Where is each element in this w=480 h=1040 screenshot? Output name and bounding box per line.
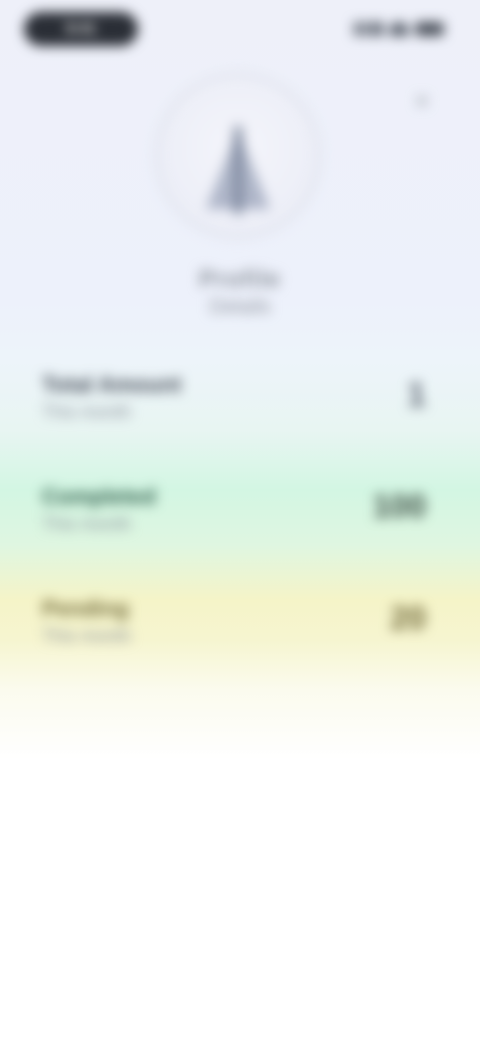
row-title: Completed bbox=[42, 484, 156, 509]
screen-content: 9:41 × Profile Details Total Amount This… bbox=[0, 0, 480, 1040]
avatar[interactable] bbox=[156, 74, 320, 238]
list-item[interactable]: Total Amount This month 1 bbox=[0, 360, 480, 460]
status-bar: 9:41 bbox=[0, 0, 480, 64]
close-button[interactable]: × bbox=[408, 88, 436, 116]
signal-icon bbox=[354, 22, 384, 36]
row-subtitle: This month bbox=[42, 626, 132, 646]
wifi-icon bbox=[389, 22, 409, 36]
list-item[interactable]: Completed This month 100 bbox=[0, 472, 480, 572]
row-subtitle: This month bbox=[42, 402, 132, 422]
row-value: 20 bbox=[390, 600, 426, 636]
person-icon-core bbox=[233, 125, 243, 215]
list-item[interactable]: Pending This month 20 bbox=[0, 584, 480, 684]
row-subtitle: This month bbox=[42, 514, 132, 534]
row-title: Total Amount bbox=[42, 372, 182, 397]
close-icon[interactable]: × bbox=[415, 88, 429, 115]
row-title: Pending bbox=[42, 596, 129, 621]
row-value: 100 bbox=[372, 488, 426, 524]
status-icons bbox=[354, 20, 444, 38]
profile-subtitle: Details bbox=[209, 296, 271, 318]
battery-icon bbox=[414, 22, 444, 36]
row-value: 1 bbox=[407, 376, 426, 414]
profile-name: Profile bbox=[199, 266, 281, 293]
status-time: 9:41 bbox=[24, 12, 138, 46]
